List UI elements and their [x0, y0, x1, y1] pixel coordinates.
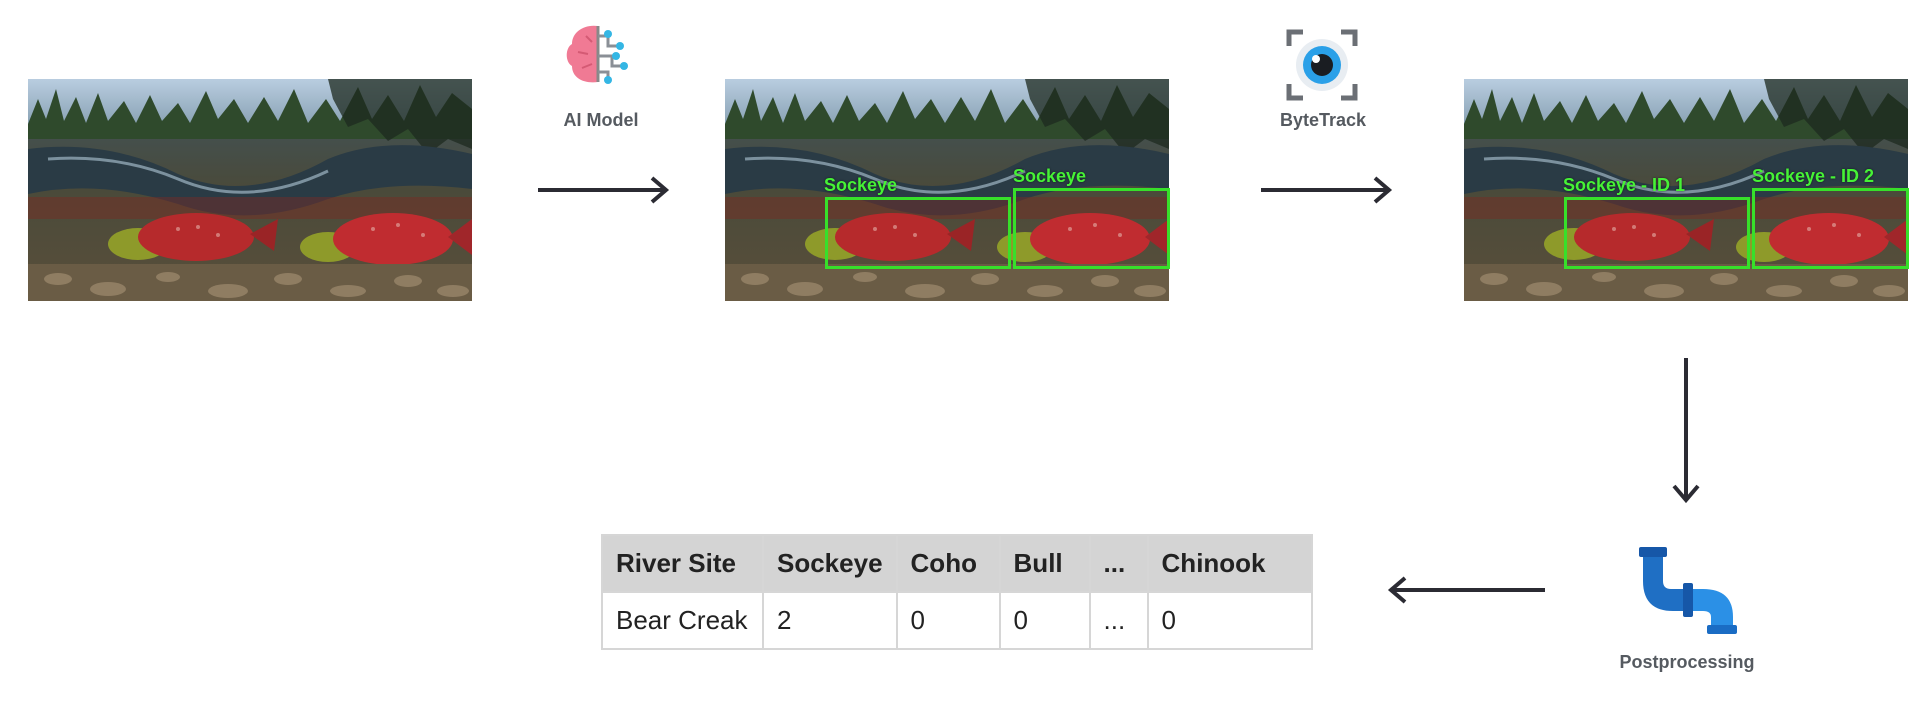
table-row: Bear Creak 2 0 0 ... 0 — [601, 591, 1313, 650]
table-cell: Bear Creak — [601, 591, 764, 650]
column-header: Coho — [895, 534, 1001, 593]
column-header: River Site — [601, 534, 764, 593]
table-cell: 0 — [1146, 591, 1313, 650]
table-cell: 2 — [762, 591, 898, 650]
arrow-right-icon — [538, 176, 670, 204]
track-label: Sockeye - ID 2 — [1752, 166, 1875, 186]
track-label: Sockeye - ID 1 — [1563, 175, 1686, 195]
arrow-down-icon — [1672, 358, 1700, 504]
arrow-right-icon — [1261, 176, 1393, 204]
column-header: Chinook — [1146, 534, 1313, 593]
species-count-table: River Site Sockeye Coho Bull ... Chinook… — [601, 534, 1313, 650]
column-header: Bull — [998, 534, 1091, 593]
table-cell: ... — [1088, 591, 1149, 650]
detection-label: Sockeye — [1013, 166, 1087, 186]
brain-circuit-icon — [566, 25, 628, 84]
detection-box — [825, 197, 1011, 269]
column-header: ... — [1088, 534, 1149, 593]
table-header-row: River Site Sockeye Coho Bull ... Chinook — [601, 534, 1313, 593]
column-header: Sockeye — [762, 534, 898, 593]
bytetrack-label: ByteTrack — [1279, 110, 1367, 130]
pipe-icon — [1639, 547, 1737, 634]
track-box — [1752, 188, 1909, 269]
arrow-left-icon — [1387, 576, 1545, 604]
track-box — [1564, 197, 1750, 269]
detection-label: Sockeye — [824, 175, 898, 195]
detection-box — [1013, 188, 1170, 269]
ai-model-label: AI Model — [563, 110, 639, 130]
raw-frame-image — [28, 79, 472, 301]
table-cell: 0 — [895, 591, 1001, 650]
table-cell: 0 — [998, 591, 1091, 650]
postprocessing-label: Postprocessing — [1619, 652, 1755, 672]
eye-icon — [1286, 29, 1358, 101]
